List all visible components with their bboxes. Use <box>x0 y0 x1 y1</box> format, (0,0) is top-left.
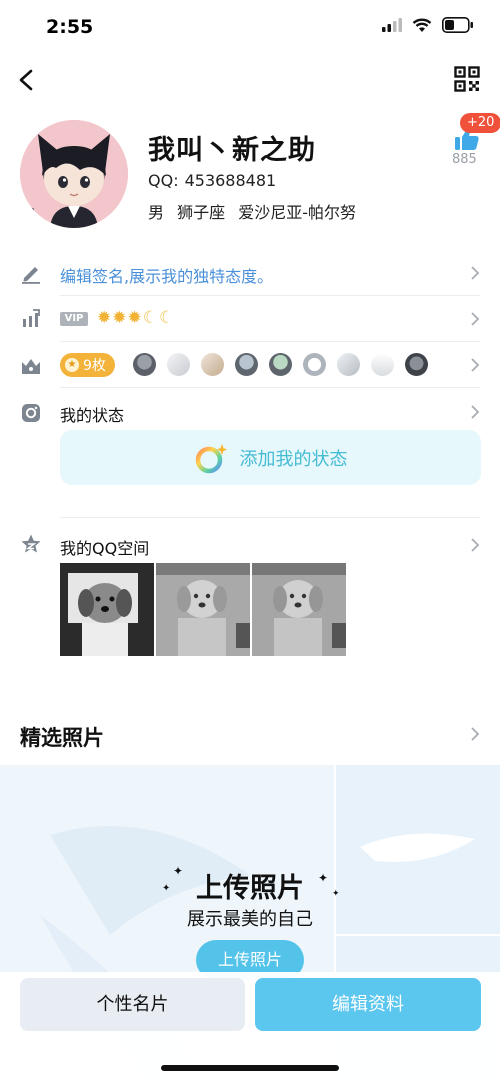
camera-icon <box>22 404 40 422</box>
medal-count-pill: ★ 9枚 <box>60 353 115 377</box>
profile-card-button[interactable]: 个性名片 <box>20 978 245 1031</box>
profile-info: 男 狮子座 爱沙尼亚-帕尔努 <box>148 199 364 223</box>
edit-profile-button[interactable]: 编辑资料 <box>255 978 481 1031</box>
sun-level-icon: ✹ <box>127 308 142 328</box>
qzone-photos <box>60 563 346 656</box>
moon-level-icon: ☾ <box>142 308 158 328</box>
medal-badges <box>133 353 428 376</box>
chevron-right-icon <box>471 538 480 552</box>
diamond-badge-icon <box>337 353 360 376</box>
qzone-photo[interactable] <box>252 563 346 656</box>
sun-level-icon: ✹ <box>112 308 127 328</box>
qq-label: QQ: <box>148 171 179 190</box>
signal-icon <box>382 18 402 32</box>
pencil-icon <box>22 267 40 284</box>
zodiac: 狮子座 <box>177 203 226 222</box>
qr-code-icon <box>454 66 480 92</box>
wifi-icon <box>412 18 432 32</box>
dog-photo-image <box>156 563 250 656</box>
qq-number: 453688481 <box>184 171 277 190</box>
signature-text: 编辑签名,展示我的独特态度。 <box>60 267 274 286</box>
moon-level-icon: ☾ <box>159 308 175 328</box>
status-ring-icon <box>195 443 227 473</box>
battery-icon <box>442 17 473 33</box>
status-bar: 2:55 <box>0 0 500 56</box>
chevron-right-icon[interactable] <box>470 726 480 742</box>
nickname: 我叫丶新之助 <box>148 135 316 166</box>
my-status-title: 我的状态 <box>60 406 125 425</box>
qzone-row[interactable]: 我的QQ空间 <box>0 520 500 560</box>
level-chart-icon <box>23 309 40 327</box>
chevron-left-icon <box>19 69 33 91</box>
qzone-star-icon <box>21 534 41 553</box>
upload-subtitle: 展示最美的自己 <box>187 909 313 930</box>
penguin-badge-icon <box>235 353 258 376</box>
avatar-image <box>20 120 128 228</box>
dog-photo-image <box>252 563 346 656</box>
location: 爱沙尼亚-帕尔努 <box>238 203 356 222</box>
chevron-right-icon <box>471 312 480 326</box>
chevron-right-icon <box>471 266 480 280</box>
qq-level-icons: ✹ ✹ ✹ ☾ ☾ <box>97 308 174 328</box>
add-status-label: 添加我的状态 <box>239 448 348 470</box>
signature-row[interactable]: 编辑签名,展示我的独特态度。 <box>0 252 500 295</box>
like-count: 885 <box>452 152 477 167</box>
back-button[interactable] <box>14 64 42 96</box>
status-time: 2:55 <box>46 16 94 38</box>
divider <box>60 517 480 518</box>
diamond-badge-icon <box>201 353 224 376</box>
medal-row[interactable]: ★ 9枚 <box>0 342 500 387</box>
qq-number-line: QQ: 453688481 <box>148 171 276 190</box>
vip-level-row[interactable]: VIP ✹ ✹ ✹ ☾ ☾ <box>0 296 500 341</box>
qr-code-button[interactable] <box>454 66 480 92</box>
penguin-badge-icon <box>133 353 156 376</box>
suit-badge-icon <box>371 353 394 376</box>
sun-level-icon: ✹ <box>97 308 112 328</box>
featured-photos-title: 精选照片 <box>20 726 104 750</box>
my-status-row[interactable]: 我的状态 <box>0 388 500 426</box>
crown-box-icon <box>22 359 40 374</box>
star-coin-icon: ★ <box>65 358 79 372</box>
gender: 男 <box>148 203 165 222</box>
diamond-badge-icon <box>167 353 190 376</box>
qzone-photo[interactable] <box>60 563 154 656</box>
dog-photo-image <box>60 563 154 656</box>
penguin-badge-icon <box>269 353 292 376</box>
add-status-button[interactable]: 添加我的状态 <box>60 430 481 485</box>
vip-tag: VIP <box>60 312 88 326</box>
upload-title: 上传照片 <box>196 873 304 904</box>
chevron-right-icon <box>471 405 480 419</box>
home-indicator[interactable] <box>161 1065 339 1071</box>
medal-count: 9枚 <box>83 358 106 374</box>
qzone-title: 我的QQ空间 <box>60 539 150 558</box>
like-increment-badge: +20 <box>460 113 500 133</box>
chevron-right-icon <box>471 358 480 372</box>
status-icons <box>382 17 474 33</box>
vip-cloud-badge-icon <box>303 353 326 376</box>
bottom-action-bar: 个性名片 编辑资料 <box>0 972 500 1082</box>
avatar[interactable] <box>20 120 128 228</box>
penguin-crown-badge-icon <box>405 353 428 376</box>
qzone-photo[interactable] <box>156 563 250 656</box>
